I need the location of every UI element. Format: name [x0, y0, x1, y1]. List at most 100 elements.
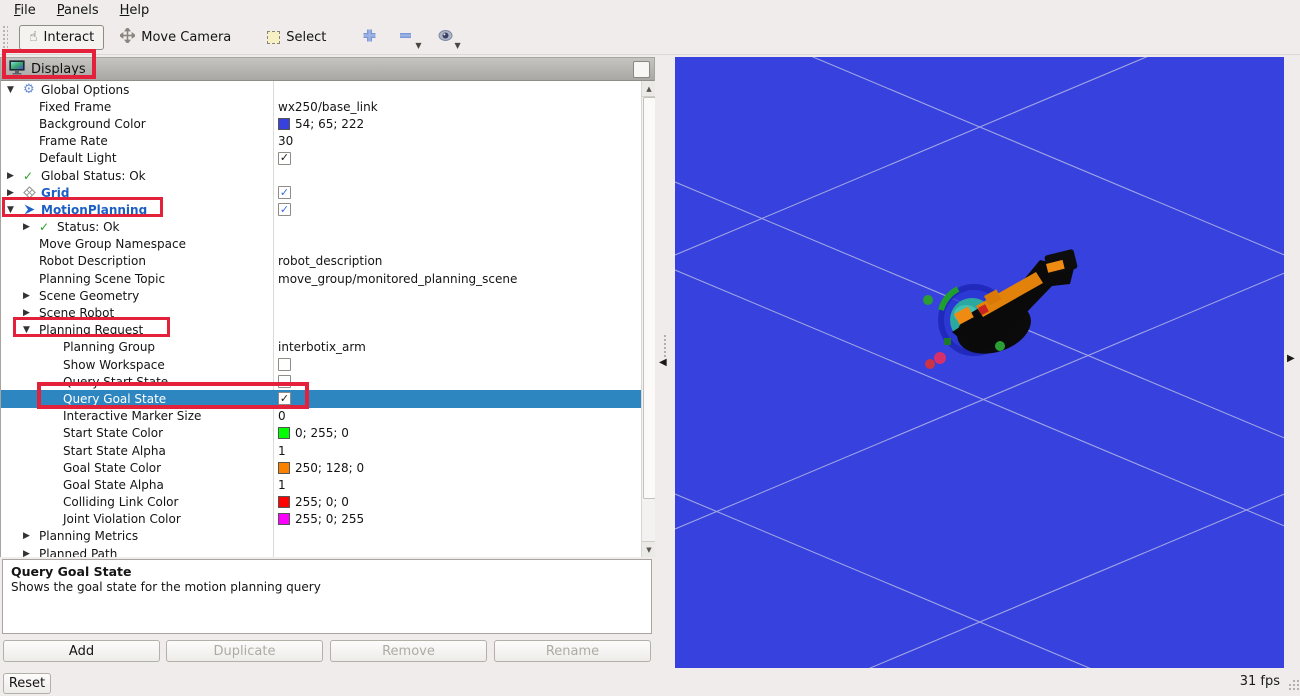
- displays-panel-title[interactable]: Displays: [1, 58, 654, 81]
- tree-row[interactable]: Show Workspace: [1, 356, 641, 373]
- tree-row-selected[interactable]: Query Goal State✓: [1, 390, 641, 407]
- vertical-scrollbar[interactable]: ▲ ▼: [641, 81, 655, 557]
- tree-row[interactable]: Fixed Frame wx250/base_link: [1, 98, 641, 115]
- tree-row[interactable]: ▶✓Global Status: Ok: [1, 167, 641, 184]
- tree-label: Planning Metrics: [39, 529, 138, 543]
- tree-row[interactable]: ▶Scene Geometry: [1, 287, 641, 304]
- right-panel-splitter[interactable]: ▶: [1284, 57, 1300, 668]
- expander-right-icon[interactable]: ▶: [23, 222, 39, 232]
- color-swatch: [278, 513, 290, 525]
- tree-row[interactable]: Frame Rate30: [1, 133, 641, 150]
- tree-label: Fixed Frame: [39, 100, 111, 114]
- expander-right-icon[interactable]: ▶: [23, 308, 39, 318]
- checkbox-unchecked[interactable]: [278, 375, 291, 388]
- tree-row[interactable]: Colliding Link Color255; 0; 0: [1, 494, 641, 511]
- move-camera-tool-button[interactable]: Move Camera: [110, 23, 241, 52]
- tree-row[interactable]: Goal State Color250; 128; 0: [1, 459, 641, 476]
- tool-properties-button[interactable]: ▼: [437, 27, 461, 47]
- tree-row[interactable]: ▶Scene Robot: [1, 304, 641, 321]
- expander-right-icon[interactable]: ▶: [7, 188, 23, 198]
- eye-icon: [437, 27, 454, 47]
- tree-value: 1: [278, 442, 286, 459]
- expander-right-icon[interactable]: ▶: [23, 291, 39, 301]
- expander-right-icon[interactable]: ▶: [7, 171, 23, 181]
- panel-float-button[interactable]: [633, 61, 650, 78]
- 3d-viewport[interactable]: [675, 57, 1284, 668]
- checkbox-checked[interactable]: ✓: [278, 203, 291, 216]
- expander-right-icon[interactable]: ▶: [23, 531, 39, 541]
- chevron-down-icon[interactable]: ▼: [455, 41, 461, 50]
- collapse-left-icon[interactable]: ◀: [659, 357, 667, 368]
- tree-row[interactable]: ▶Grid✓: [1, 184, 641, 201]
- panel-splitter[interactable]: ◀: [655, 57, 675, 668]
- expander-down-icon[interactable]: ▼: [7, 205, 23, 215]
- tree-row[interactable]: ▼ MotionPlanning ✓: [1, 201, 641, 218]
- tree-row[interactable]: Background Color54; 65; 222: [1, 115, 641, 132]
- scroll-down-icon[interactable]: ▼: [642, 541, 656, 557]
- tree-value: 255; 0; 0: [278, 494, 349, 511]
- tree-label: Status: Ok: [57, 220, 120, 234]
- tree-label: Planning Group: [63, 340, 155, 354]
- reset-button[interactable]: Reset: [3, 673, 51, 694]
- tree-label: MotionPlanning: [41, 203, 147, 217]
- value-text: 1: [278, 478, 286, 492]
- tree-value: 1: [278, 476, 286, 493]
- value-text: 0: [278, 409, 286, 423]
- checkbox-checked[interactable]: ✓: [278, 186, 291, 199]
- displays-tree: ▼⚙Global Options Fixed Frame wx250/base_li…: [1, 81, 656, 557]
- expander-right-icon[interactable]: ▶: [23, 549, 39, 557]
- duplicate-button[interactable]: Duplicate: [166, 640, 323, 662]
- menu-panels[interactable]: Panels: [53, 2, 103, 19]
- tree-row[interactable]: Robot Descriptionrobot_description: [1, 253, 641, 270]
- tree-row[interactable]: Move Group Namespace: [1, 236, 641, 253]
- interact-tool-button[interactable]: ☝ Interact: [19, 25, 104, 50]
- tree-row[interactable]: Goal State Alpha1: [1, 476, 641, 493]
- tree-value: wx250/base_link: [278, 98, 378, 115]
- color-swatch: [278, 118, 290, 130]
- remove-button[interactable]: Remove: [330, 640, 487, 662]
- remove-tool-button[interactable]: ▼: [397, 27, 421, 47]
- expand-right-icon[interactable]: ▶: [1287, 353, 1295, 364]
- resize-grip[interactable]: [1289, 684, 1291, 686]
- tree-value: 250; 128; 0: [278, 459, 364, 476]
- tree-row[interactable]: Default Light✓: [1, 150, 641, 167]
- checkbox-checked[interactable]: ✓: [278, 392, 291, 405]
- tree-row[interactable]: Query Start State: [1, 373, 641, 390]
- greencheck-icon: ✓: [39, 221, 57, 233]
- description-title: Query Goal State: [11, 564, 643, 579]
- tree-value: ✓: [278, 390, 291, 407]
- rename-button[interactable]: Rename: [494, 640, 651, 662]
- tree-row[interactable]: ▼⚙Global Options: [1, 81, 641, 98]
- menu-file[interactable]: File: [10, 2, 40, 19]
- menu-help[interactable]: Help: [116, 2, 154, 19]
- value-text: robot_description: [278, 254, 382, 268]
- scroll-up-icon[interactable]: ▲: [642, 81, 656, 97]
- description-body: Shows the goal state for the motion plan…: [11, 580, 643, 594]
- tree-row[interactable]: Start State Alpha 1: [1, 442, 641, 459]
- checkbox-unchecked[interactable]: [278, 358, 291, 371]
- select-tool-button[interactable]: Select: [257, 25, 336, 50]
- chevron-down-icon[interactable]: ▼: [415, 41, 421, 50]
- tree-row[interactable]: Planning Groupinterbotix_arm: [1, 339, 641, 356]
- value-text: 1: [278, 444, 286, 458]
- tree-label: Start State Alpha: [63, 444, 166, 458]
- tree-row[interactable]: ▶✓Status: Ok: [1, 219, 641, 236]
- tree-row[interactable]: ▶Planned Path: [1, 545, 641, 557]
- expander-down-icon[interactable]: ▼: [23, 325, 39, 335]
- tree-label: Joint Violation Color: [63, 512, 181, 526]
- tree-row[interactable]: Interactive Marker Size0: [1, 408, 641, 425]
- toolbar-drag-handle[interactable]: [2, 25, 8, 49]
- tree-row[interactable]: Start State Color0; 255; 0: [1, 425, 641, 442]
- tree-value: 54; 65; 222: [278, 115, 364, 132]
- tree-row[interactable]: ▼Planning Request: [1, 322, 641, 339]
- tree-row[interactable]: Planning Scene Topicmove_group/monitored…: [1, 270, 641, 287]
- tree-row[interactable]: ▶Planning Metrics: [1, 528, 641, 545]
- tree-row[interactable]: Joint Violation Color255; 0; 255: [1, 511, 641, 528]
- motion-icon: [23, 203, 41, 216]
- tree-label: Global Status: Ok: [41, 169, 146, 183]
- expander-down-icon[interactable]: ▼: [7, 85, 23, 95]
- hand-icon: ☝: [29, 30, 38, 44]
- add-tool-button[interactable]: [361, 27, 378, 47]
- checkbox-checked[interactable]: ✓: [278, 152, 291, 165]
- add-button[interactable]: Add: [3, 640, 160, 662]
